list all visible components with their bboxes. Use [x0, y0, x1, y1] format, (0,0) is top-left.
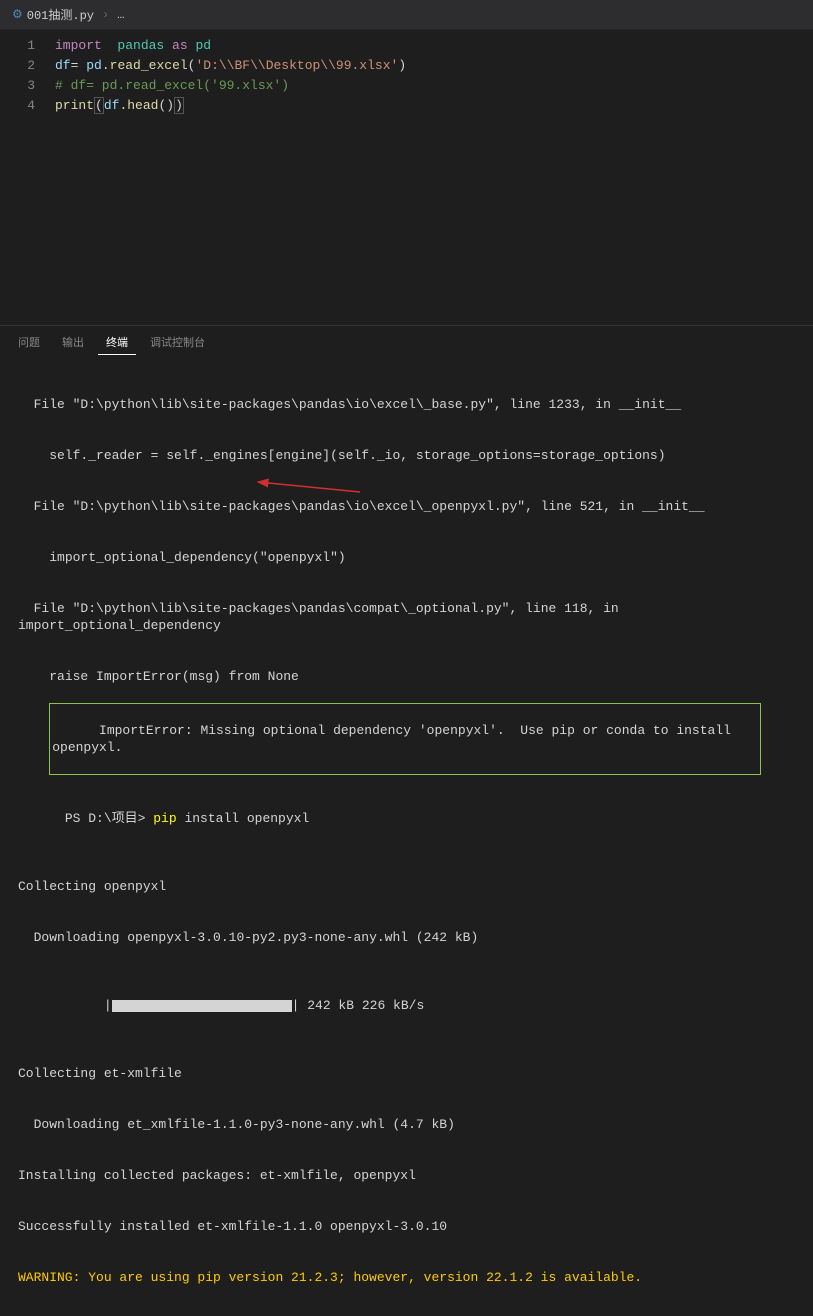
traceback-line: self._reader = self._engines[engine](sel… [18, 447, 795, 464]
python-file-icon: ⚙ [12, 7, 23, 22]
file-name: 001抽测.py [27, 6, 94, 23]
error-highlight-box: ImportError: Missing optional dependency… [49, 703, 761, 775]
code-editor[interactable]: 1 import pandas as pd 2 df= pd.read_exce… [0, 30, 813, 122]
pip-output: Collecting openpyxl [18, 878, 795, 895]
file-breadcrumb[interactable]: ⚙ 001抽测.py › … [4, 1, 132, 29]
pip-output: Downloading openpyxl-3.0.10-py2.py3-none… [18, 929, 795, 946]
bottom-panel: 问题 输出 终端 调试控制台 File "D:\python\lib\site-… [0, 325, 813, 658]
editor-region: ⚙ 001抽测.py › … 1 import pandas as pd 2 d… [0, 0, 813, 325]
panel-tab-bar: 问题 输出 终端 调试控制台 [0, 326, 813, 358]
code-content[interactable]: # df= pd.read_excel('99.xlsx') [55, 76, 289, 96]
import-error-message: ImportError: Missing optional dependency… [52, 723, 739, 755]
line-number: 1 [0, 36, 55, 56]
breadcrumb-separator: › [98, 8, 113, 22]
traceback-line: File "D:\python\lib\site-packages\pandas… [18, 498, 795, 515]
tab-output[interactable]: 输出 [54, 330, 92, 354]
traceback-line: raise ImportError(msg) from None [18, 668, 795, 685]
pip-progress: || 242 kB 226 kB/s [18, 980, 795, 1031]
pip-args: install openpyxl [177, 811, 310, 826]
code-line: 2 df= pd.read_excel('D:\\BF\\Desktop\\99… [0, 56, 813, 76]
editor-tab-bar: ⚙ 001抽测.py › … [0, 0, 813, 30]
line-number: 4 [0, 96, 55, 116]
pip-output: Installing collected packages: et-xmlfil… [18, 1167, 795, 1184]
pip-output: Collecting et-xmlfile [18, 1065, 795, 1082]
traceback-line: File "D:\python\lib\site-packages\pandas… [18, 396, 795, 413]
line-number: 2 [0, 56, 55, 76]
pip-output: Downloading et_xmlfile-1.1.0-py3-none-an… [18, 1116, 795, 1133]
code-line: 1 import pandas as pd [0, 36, 813, 56]
tab-terminal[interactable]: 终端 [98, 330, 136, 355]
tab-debug-console[interactable]: 调试控制台 [142, 330, 213, 354]
pip-output: Successfully installed et-xmlfile-1.1.0 … [18, 1218, 795, 1235]
pip-command: pip [153, 811, 176, 826]
pip-warning: WARNING: You are using pip version 21.2.… [18, 1269, 795, 1286]
tab-problems[interactable]: 问题 [10, 330, 48, 354]
traceback-line: File "D:\python\lib\site-packages\pandas… [18, 600, 795, 634]
progress-bar [112, 1000, 292, 1012]
terminal-output[interactable]: File "D:\python\lib\site-packages\pandas… [0, 358, 813, 1316]
line-number: 3 [0, 76, 55, 96]
code-content[interactable]: import pandas as pd [55, 36, 211, 56]
ps-prompt: PS D:\项目> [65, 811, 153, 826]
code-line: 3 # df= pd.read_excel('99.xlsx') [0, 76, 813, 96]
code-content[interactable]: df= pd.read_excel('D:\\BF\\Desktop\\99.x… [55, 56, 406, 76]
code-content[interactable]: print(df.head()) [55, 96, 184, 116]
code-line: 4 print(df.head()) [0, 96, 813, 116]
breadcrumb-more: … [117, 8, 124, 22]
prompt-line[interactable]: PS D:\项目> pip install openpyxl [18, 793, 795, 844]
traceback-line: import_optional_dependency("openpyxl") [18, 549, 795, 566]
